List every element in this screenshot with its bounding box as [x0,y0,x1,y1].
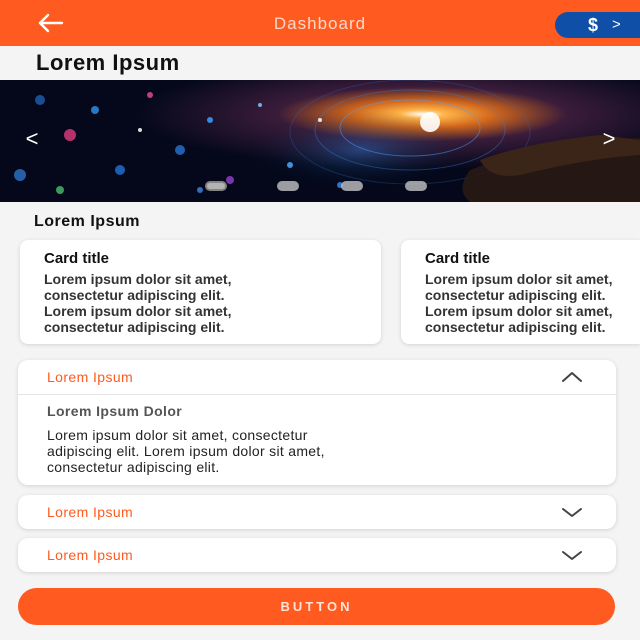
card-text-line: consectetur adipiscing elit. [44,287,225,303]
accordion-item: Lorem Ipsum [18,495,616,529]
accordion-content: Lorem Ipsum Dolor Lorem ipsum dolor sit … [18,394,616,485]
card-title: Card title [425,250,491,267]
wallet-arrow: > [612,16,621,33]
chevron-down-icon [562,551,582,560]
section-title: Lorem Ipsum [34,213,140,230]
accordion-item: Lorem Ipsum [18,538,616,572]
chevron-up-icon [562,372,582,382]
carousel-prev-button[interactable]: < [17,124,47,154]
carousel-dot-1[interactable] [205,181,227,191]
card[interactable]: Card title Lorem ipsum dolor sit amet, c… [20,240,381,344]
carousel-next-button[interactable]: > [594,124,624,154]
accordion-header[interactable]: Lorem Ipsum [18,495,616,529]
carousel-dot-3[interactable] [341,181,363,191]
dollar-coin-icon: $ [587,15,598,35]
accordion-label: Lorem Ipsum [47,504,134,520]
accordion-label: Lorem Ipsum [47,547,134,563]
card-text-line: Lorem ipsum dolor sit amet, [44,303,232,319]
card-text-line: Lorem ipsum dolor sit amet, [44,271,232,287]
card-text-line: consectetur adipiscing elit. [425,319,606,335]
app-bar: Dashboard $ > [0,0,640,46]
page-title: Lorem Ipsum [36,50,180,75]
carousel-dot-4[interactable] [405,181,427,191]
primary-button[interactable]: BUTTON [18,588,615,625]
accordion-label: Lorem Ipsum [47,369,134,385]
card[interactable]: Card title Lorem ipsum dolor sit amet, c… [401,240,640,344]
carousel-indicators [205,181,445,191]
wallet-button[interactable]: $ > [555,12,640,38]
accordion-text-line: consectetur adipiscing elit. [47,459,220,475]
app-bar-title: Dashboard [273,14,367,33]
card-text-line: Lorem ipsum dolor sit amet, [425,271,613,287]
accordion-text-line: Lorem ipsum dolor sit amet, consectetur [47,427,308,443]
card-text-line: consectetur adipiscing elit. [425,287,606,303]
chevron-down-icon [562,508,582,517]
card-text-line: Lorem ipsum dolor sit amet, [425,303,613,319]
accordion-header[interactable]: Lorem Ipsum [18,360,616,394]
card-title: Card title [44,250,110,267]
accordion-subtitle: Lorem Ipsum Dolor [47,403,183,419]
card-text-line: consectetur adipiscing elit. [44,319,225,335]
accordion-text-line: adipiscing elit. Lorem ipsum dolor sit a… [47,443,325,459]
accordion-item: Lorem Ipsum Lorem Ipsum Dolor Lorem ipsu… [18,360,616,485]
accordion-header[interactable]: Lorem Ipsum [18,538,616,572]
carousel-dot-2[interactable] [277,181,299,191]
